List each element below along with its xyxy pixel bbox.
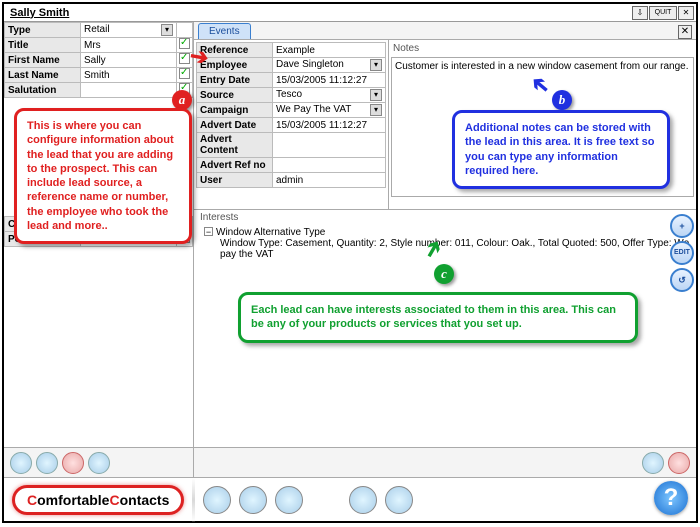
- close-icon[interactable]: ✕: [678, 6, 694, 20]
- toolbar-icon[interactable]: [642, 452, 664, 474]
- annotation-badge-a: a: [172, 90, 192, 110]
- annotation-b: Additional notes can be stored with the …: [452, 110, 670, 189]
- appbar-icon[interactable]: [203, 486, 231, 514]
- event-details-table: ReferenceExample EmployeeDave Singleton▾…: [196, 42, 386, 188]
- field-value[interactable]: Retail▾: [81, 23, 177, 38]
- minimize-icon[interactable]: ⇩: [632, 6, 648, 20]
- field-label: Type: [5, 23, 81, 38]
- window-title: Sally Smith: [6, 7, 631, 19]
- add-interest-button[interactable]: +: [670, 214, 694, 238]
- appbar-icon[interactable]: [349, 486, 377, 514]
- edit-interest-button[interactable]: EDIT: [670, 241, 694, 265]
- tree-collapse-icon[interactable]: −: [204, 227, 213, 236]
- tab-events[interactable]: Events: [198, 23, 251, 39]
- help-button[interactable]: ?: [654, 481, 688, 515]
- interests-tree[interactable]: −Window Alternative Type Window Type: Ca…: [198, 225, 696, 262]
- toolbar-icon[interactable]: [36, 452, 58, 474]
- annotation-badge-c: c: [434, 264, 454, 284]
- checkbox[interactable]: [179, 38, 190, 49]
- appbar-icon[interactable]: [275, 486, 303, 514]
- annotation-c: Each lead can have interests associated …: [238, 292, 638, 343]
- tree-node[interactable]: Window Alternative Type: [216, 227, 325, 238]
- dropdown-icon[interactable]: ▾: [161, 24, 173, 36]
- quit-icon[interactable]: QUIT: [649, 6, 677, 20]
- delete-icon[interactable]: [62, 452, 84, 474]
- refresh-interest-button[interactable]: ↺: [670, 268, 694, 292]
- contact-details-table: TypeRetail▾ TitleMrs First NameSally Las…: [4, 22, 193, 98]
- interests-label: Interests: [198, 210, 696, 225]
- panel-close-icon[interactable]: ✕: [678, 25, 692, 39]
- annotation-badge-b: b: [552, 90, 572, 110]
- toolbar-icon[interactable]: [88, 452, 110, 474]
- appbar-icon[interactable]: [239, 486, 267, 514]
- appbar-icon[interactable]: [385, 486, 413, 514]
- brand-badge[interactable]: ComfortableContacts: [12, 485, 184, 515]
- toolbar-icon[interactable]: [10, 452, 32, 474]
- notes-label: Notes: [391, 42, 694, 55]
- annotation-a: This is where you can configure informat…: [14, 108, 192, 244]
- delete-icon[interactable]: [668, 452, 690, 474]
